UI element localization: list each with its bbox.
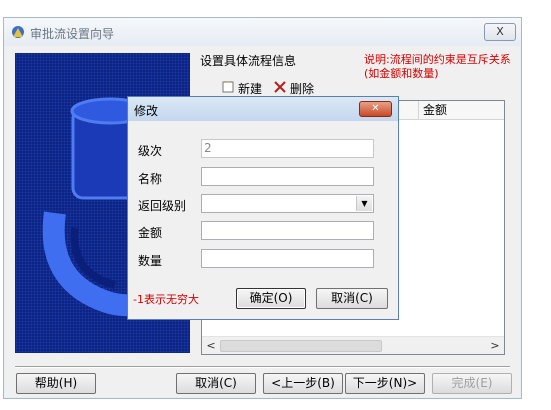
edit-dialog: 修改 ✕ 级次 2 名称 返回级别 ▼ 金额 数量 -1表示无穷大 确定(O) … — [127, 96, 399, 320]
delete-icon — [274, 81, 286, 93]
amount-field[interactable] — [201, 221, 374, 240]
dialog-close-icon[interactable]: ✕ — [359, 101, 392, 117]
quantity-field[interactable] — [201, 249, 374, 268]
new-button[interactable]: 新建 — [222, 80, 262, 97]
finish-button: 完成(E) — [432, 373, 512, 394]
dialog-cancel-button[interactable]: 取消(C) — [316, 288, 388, 309]
delete-button[interactable]: 删除 — [274, 80, 314, 97]
window-title: 审批流设置向导 — [30, 27, 115, 41]
prev-button[interactable]: <上一步(B) — [263, 373, 343, 394]
constraint-note: 说明:流程间的约束是互斥关系(如金额和数量) — [364, 53, 511, 80]
help-button[interactable]: 帮助(H) — [16, 373, 96, 394]
dropdown-arrow-icon[interactable]: ▼ — [356, 196, 372, 211]
level-field: 2 — [201, 139, 374, 158]
infinity-hint: -1表示无穷大 — [133, 293, 199, 306]
column-header-amount[interactable]: 金额 — [418, 101, 447, 119]
app-icon — [12, 26, 24, 38]
name-label: 名称 — [138, 172, 163, 186]
footer-divider — [15, 366, 510, 368]
delete-label: 删除 — [290, 82, 315, 96]
new-label: 新建 — [238, 82, 263, 96]
dialog-title: 修改 — [134, 104, 159, 118]
cancel-button[interactable]: 取消(C) — [176, 373, 256, 394]
new-icon — [222, 81, 234, 93]
scroll-left-icon[interactable]: < — [204, 338, 218, 353]
ok-button[interactable]: 确定(O) — [236, 288, 306, 309]
horizontal-scrollbar[interactable]: < > — [202, 336, 504, 354]
scroll-thumb[interactable] — [220, 340, 382, 352]
title-bar[interactable]: 审批流设置向导 X — [4, 18, 521, 46]
next-button[interactable]: 下一步(N)> — [345, 373, 425, 394]
return-level-select[interactable]: ▼ — [201, 194, 374, 213]
dialog-title-bar[interactable]: 修改 ✕ — [128, 97, 398, 121]
return-level-label: 返回级别 — [138, 199, 187, 213]
amount-label: 金额 — [138, 226, 163, 240]
level-label: 级次 — [138, 144, 163, 158]
name-field[interactable] — [201, 167, 374, 186]
quantity-label: 数量 — [138, 254, 163, 268]
page-heading: 设置具体流程信息 — [200, 54, 297, 68]
window-close-button[interactable]: X — [484, 23, 516, 41]
scroll-right-icon[interactable]: > — [488, 338, 502, 353]
